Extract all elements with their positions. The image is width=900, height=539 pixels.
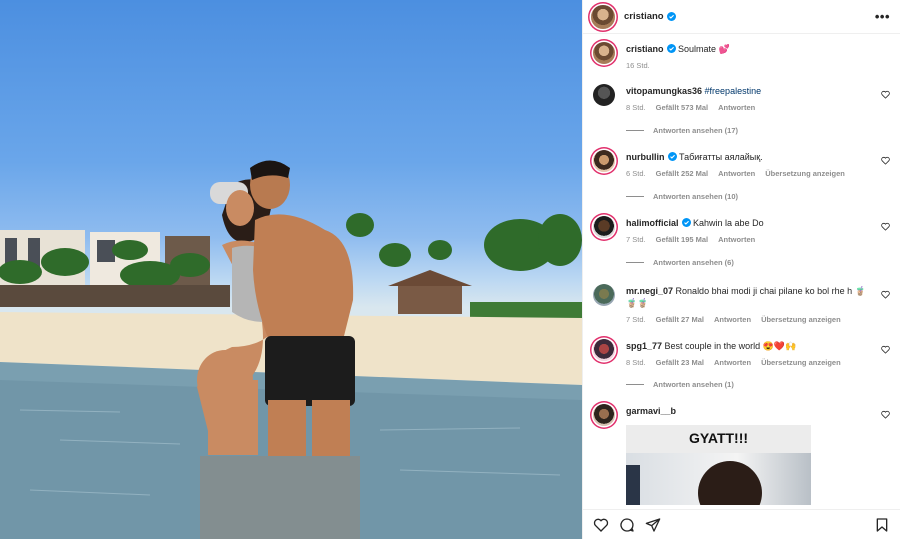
comment-text: Табиғатты аялайық. [679, 152, 763, 162]
reply-button[interactable]: Antworten [714, 358, 751, 367]
view-replies-label: Antworten ansehen (6) [653, 258, 734, 267]
comment-text: Best couple in the world 😍❤️🙌 [664, 341, 797, 351]
post-side-panel: cristiano ••• cristiano Soulmate 💕 16 St… [582, 0, 900, 539]
comment-likes[interactable]: Gefällt 573 Mal [656, 103, 709, 112]
verified-badge-icon [666, 44, 676, 53]
reply-button[interactable]: Antworten [718, 235, 755, 244]
view-replies-label: Antworten ansehen (17) [653, 126, 739, 135]
heart-icon[interactable] [881, 156, 890, 165]
gif-face [698, 461, 762, 505]
commenter-avatar[interactable] [593, 216, 615, 238]
caption-text: Soulmate 💕 [678, 44, 730, 54]
reply-button[interactable]: Antworten [714, 315, 751, 324]
author-username[interactable]: cristiano [624, 11, 664, 22]
view-replies-label: Antworten ansehen (1) [653, 380, 734, 389]
heart-icon[interactable] [881, 290, 890, 299]
view-replies-button[interactable]: Antworten ansehen (1) [626, 380, 734, 389]
beach-photo-scene [0, 160, 582, 539]
gif-caption: GYATT!!! [688, 430, 749, 446]
caption-username[interactable]: cristiano [626, 44, 664, 54]
comment-username[interactable]: garmavi__b [626, 406, 676, 416]
comment-time: 8 Std. [626, 358, 646, 367]
heart-icon[interactable] [881, 345, 890, 354]
heart-icon[interactable] [881, 410, 890, 419]
gif-door [626, 465, 640, 505]
comment-time: 6 Std. [626, 169, 646, 178]
comment-time: 7 Std. [626, 315, 646, 324]
translate-button[interactable]: Übersetzung anzeigen [761, 315, 841, 324]
replies-divider [626, 196, 644, 197]
heart-icon[interactable] [593, 517, 609, 533]
comment-icon[interactable] [619, 517, 635, 533]
comment-time: 8 Std. [626, 103, 646, 112]
verified-badge-icon [666, 12, 676, 21]
translate-button[interactable]: Übersetzung anzeigen [765, 169, 845, 178]
gif-scene [626, 453, 811, 505]
verified-badge-icon [681, 218, 691, 227]
more-options-icon[interactable]: ••• [875, 9, 890, 24]
post-actions-bar [583, 509, 900, 539]
commenter-avatar[interactable] [593, 150, 615, 172]
view-replies-button[interactable]: Antworten ansehen (6) [626, 258, 734, 267]
translate-button[interactable]: Übersetzung anzeigen [761, 358, 841, 367]
commenter-avatar[interactable] [593, 339, 615, 361]
replies-divider [626, 262, 644, 263]
verified-badge-icon [667, 152, 677, 161]
heart-icon[interactable] [881, 90, 890, 99]
commenter-avatar[interactable] [593, 284, 615, 306]
comment-username[interactable]: spg1_77 [626, 341, 662, 351]
view-replies-button[interactable]: Antworten ansehen (10) [626, 192, 738, 201]
replies-divider [626, 384, 644, 385]
commenter-avatar[interactable] [593, 404, 615, 426]
comment-likes[interactable]: Gefällt 252 Mal [656, 169, 709, 178]
replies-divider [626, 130, 644, 131]
comment-likes[interactable]: Gefällt 195 Mal [656, 235, 709, 244]
post-photo[interactable] [0, 0, 582, 539]
comment-username[interactable]: vitopamungkas36 [626, 86, 702, 96]
comment-text: Kahwin la abe Do [693, 218, 764, 228]
author-avatar[interactable] [591, 4, 615, 29]
bookmark-icon[interactable] [874, 517, 890, 533]
view-replies-button[interactable]: Antworten ansehen (17) [626, 126, 738, 135]
view-replies-label: Antworten ansehen (10) [653, 192, 739, 201]
comment-username[interactable]: mr.negi_07 [626, 286, 673, 296]
comment-username[interactable]: halimofficial [626, 218, 679, 228]
post-header: cristiano ••• [583, 0, 900, 34]
comment-username[interactable]: nurbullin [626, 152, 665, 162]
comment-hashtag[interactable]: #freepalestine [705, 86, 762, 96]
commenter-avatar[interactable] [593, 84, 615, 106]
comments-list[interactable]: cristiano Soulmate 💕 16 Std. vitopamungk… [583, 34, 900, 509]
heart-icon[interactable] [881, 222, 890, 231]
reply-button[interactable]: Antworten [718, 103, 755, 112]
reply-button[interactable]: Antworten [718, 169, 755, 178]
comment-likes[interactable]: Gefällt 27 Mal [656, 315, 704, 324]
comment-time: 7 Std. [626, 235, 646, 244]
comment-likes[interactable]: Gefällt 23 Mal [656, 358, 704, 367]
comment-gif[interactable]: GYATT!!! [626, 425, 811, 505]
author-avatar[interactable] [593, 42, 615, 64]
caption-time: 16 Std. [626, 61, 650, 70]
share-icon[interactable] [645, 517, 661, 533]
